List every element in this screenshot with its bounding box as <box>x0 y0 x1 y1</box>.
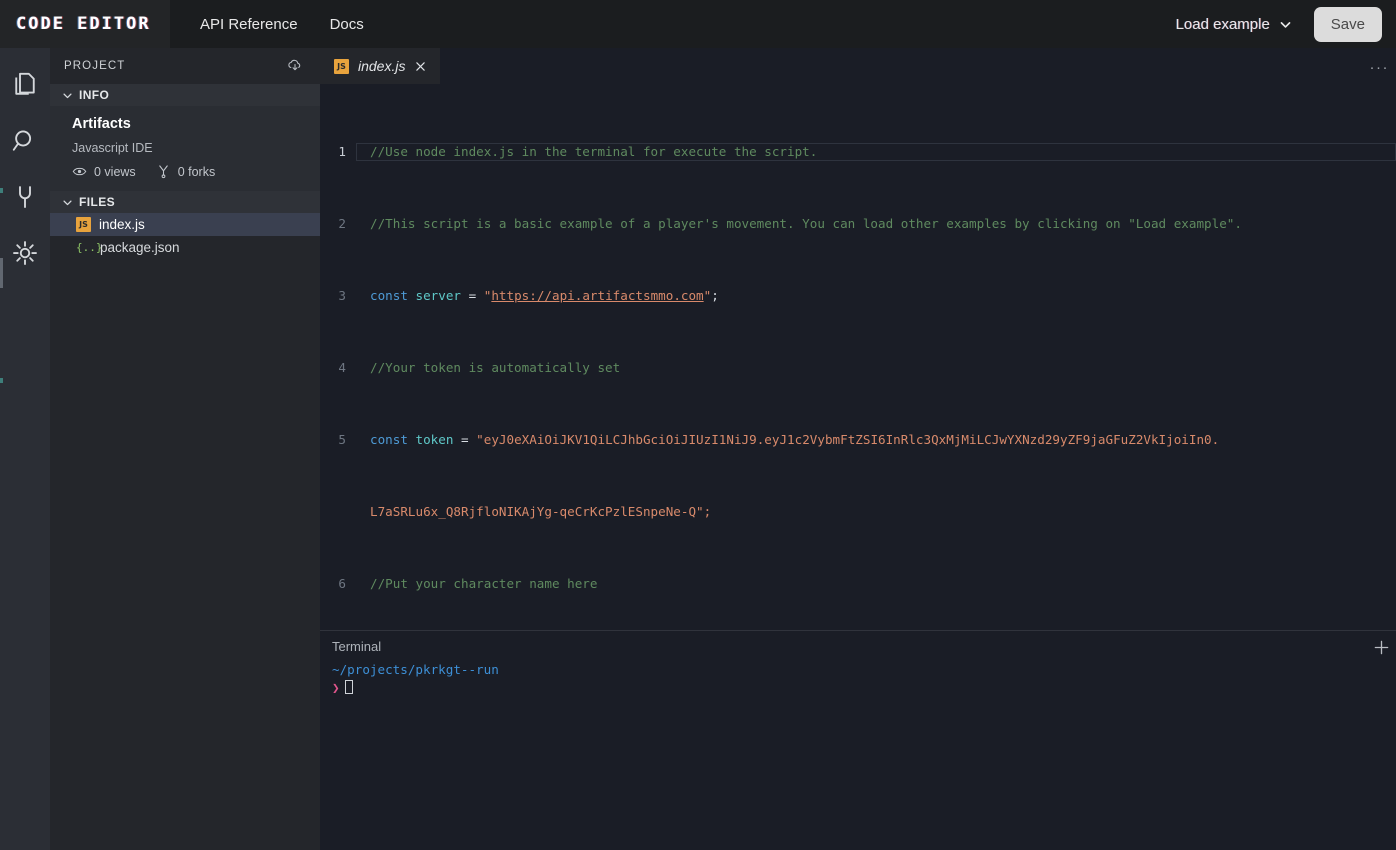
code-line: 4 //Your token is automatically set <box>320 359 1396 377</box>
js-file-icon: JS <box>76 217 91 232</box>
nav-docs[interactable]: Docs <box>330 16 364 33</box>
js-file-icon: JS <box>334 58 349 74</box>
chevron-down-icon <box>63 93 72 98</box>
line-source: //Put your character name here <box>356 575 1396 593</box>
terminal-output[interactable]: ~/projects/pkrkgt--run ❯ <box>320 661 1396 697</box>
section-info-header[interactable]: INFO <box>50 84 320 106</box>
search-icon[interactable] <box>10 126 40 156</box>
header-actions: Load example Save <box>1176 6 1396 42</box>
forks-stat: 0 forks <box>156 164 216 179</box>
sidebar-title: PROJECT <box>64 60 126 72</box>
terminal-title: Terminal <box>332 638 382 654</box>
terminal-prompt-line: ❯ <box>332 679 1396 697</box>
tab-label: index.js <box>358 58 406 74</box>
line-number: 2 <box>338 216 346 231</box>
forks-count: 0 forks <box>177 164 216 179</box>
project-name: Artifacts <box>72 116 131 132</box>
section-files-label: FILES <box>79 195 116 209</box>
code-content: 1 //Use node index.js in the terminal fo… <box>320 84 1396 630</box>
code-line: 2 //This script is a basic example of a … <box>320 215 1396 233</box>
line-number: 5 <box>338 432 346 447</box>
line-source: L7aSRLu6x_Q8RjfloNIKAjYg-qeCrKcPzlESnpeN… <box>356 503 1396 521</box>
line-number: 3 <box>338 288 346 303</box>
json-file-icon: {..} <box>76 241 103 254</box>
edge-marker <box>0 188 3 193</box>
file-name: index.js <box>99 217 145 232</box>
line-number: 1 <box>338 144 346 159</box>
token-string: "eyJ0eXAiOiJKV1QiLCJhbGciOiJIUzI1NiJ9.ey… <box>476 432 1220 447</box>
activity-scrollbar[interactable] <box>0 258 3 288</box>
brand-container: CODE EDITOR <box>0 0 170 48</box>
project-info: Artifacts Javascript IDE 0 views 0 forks <box>50 106 320 191</box>
token-string-cont: L7aSRLu6x_Q8RjfloNIKAjYg-qeCrKcPzlESnpeN… <box>370 504 712 519</box>
fork-icon <box>158 165 168 179</box>
eye-icon <box>72 167 87 176</box>
project-description: Javascript IDE <box>72 141 153 155</box>
line-source: const server = "https://api.artifactsmmo… <box>370 288 719 303</box>
line-source: //This script is a basic example of a pl… <box>356 215 1396 233</box>
plus-icon[interactable] <box>1373 639 1390 656</box>
save-button[interactable]: Save <box>1313 6 1382 42</box>
editor-overflow-menu[interactable]: ··· <box>1370 60 1390 75</box>
section-files-header[interactable]: FILES <box>50 191 320 213</box>
line-source: //Your token is automatically set <box>356 359 1396 377</box>
editor-tabbar: JS index.js ··· <box>320 48 1396 84</box>
project-sidebar: PROJECT INFO Artifacts Javascript IDE 0 … <box>50 48 320 850</box>
chevron-down-icon <box>1280 21 1291 28</box>
activity-bar <box>0 48 50 850</box>
code-line: 1 //Use node index.js in the terminal fo… <box>320 143 1396 161</box>
comment-token: //This script is a basic example of a pl… <box>370 216 1242 231</box>
comment-token: //Your token is automatically set <box>370 360 621 375</box>
app-root: CODE EDITOR API Reference Docs Load exam… <box>0 0 1396 850</box>
line-number <box>320 503 356 521</box>
tab-index-js[interactable]: JS index.js <box>320 48 441 84</box>
code-line: 5 const token = "eyJ0eXAiOiJKV1QiLCJhbGc… <box>320 431 1396 449</box>
terminal-header: Terminal <box>320 631 1396 661</box>
file-name: package.json <box>100 240 180 255</box>
top-header: CODE EDITOR API Reference Docs Load exam… <box>0 0 1396 48</box>
code-line: 3 const server = "https://api.artifactsm… <box>320 287 1396 305</box>
comment-token: //Use node index.js in the terminal for … <box>370 144 818 159</box>
cloud-download-icon[interactable] <box>286 57 304 75</box>
editor-column: JS index.js ··· 1 //Use node index.js in… <box>320 48 1396 850</box>
terminal-path: ~/projects/pkrkgt--run <box>332 662 499 677</box>
prompt-symbol: ❯ <box>332 680 340 695</box>
close-icon[interactable] <box>414 60 427 73</box>
line-source: //Use node index.js in the terminal for … <box>356 143 1396 161</box>
views-stat: 0 views <box>72 164 136 179</box>
load-example-dropdown[interactable]: Load example <box>1176 16 1292 33</box>
sidebar-header: PROJECT <box>50 48 320 84</box>
terminal-panel: Terminal ~/projects/pkrkgt--run ❯ <box>320 630 1396 850</box>
file-item-index-js[interactable]: JS index.js <box>50 213 320 236</box>
terminal-cursor <box>344 680 353 694</box>
section-info-label: INFO <box>79 88 110 102</box>
code-line: 6 //Put your character name here <box>320 575 1396 593</box>
comment-token: //Put your character name here <box>370 576 598 591</box>
load-example-label: Load example <box>1175 15 1270 33</box>
files-icon[interactable] <box>10 70 40 100</box>
file-item-package-json[interactable]: {..} package.json <box>50 236 320 259</box>
edge-marker <box>0 378 3 383</box>
chevron-down-icon <box>63 200 72 205</box>
views-count: 0 views <box>94 164 136 179</box>
code-line-wrap: L7aSRLu6x_Q8RjfloNIKAjYg-qeCrKcPzlESnpeN… <box>320 503 1396 521</box>
line-number: 6 <box>338 576 346 591</box>
main-body: PROJECT INFO Artifacts Javascript IDE 0 … <box>0 48 1396 850</box>
extensions-plug-icon[interactable] <box>10 182 40 212</box>
settings-gear-icon[interactable] <box>10 238 40 268</box>
line-source: const token = "eyJ0eXAiOiJKV1QiLCJhbGciO… <box>370 432 1220 447</box>
app-logo: CODE EDITOR <box>16 14 151 34</box>
code-editor[interactable]: 1 //Use node index.js in the terminal fo… <box>320 84 1396 630</box>
line-number: 4 <box>338 360 346 375</box>
nav-api-reference[interactable]: API Reference <box>200 16 298 33</box>
project-stats: 0 views 0 forks <box>72 164 320 179</box>
